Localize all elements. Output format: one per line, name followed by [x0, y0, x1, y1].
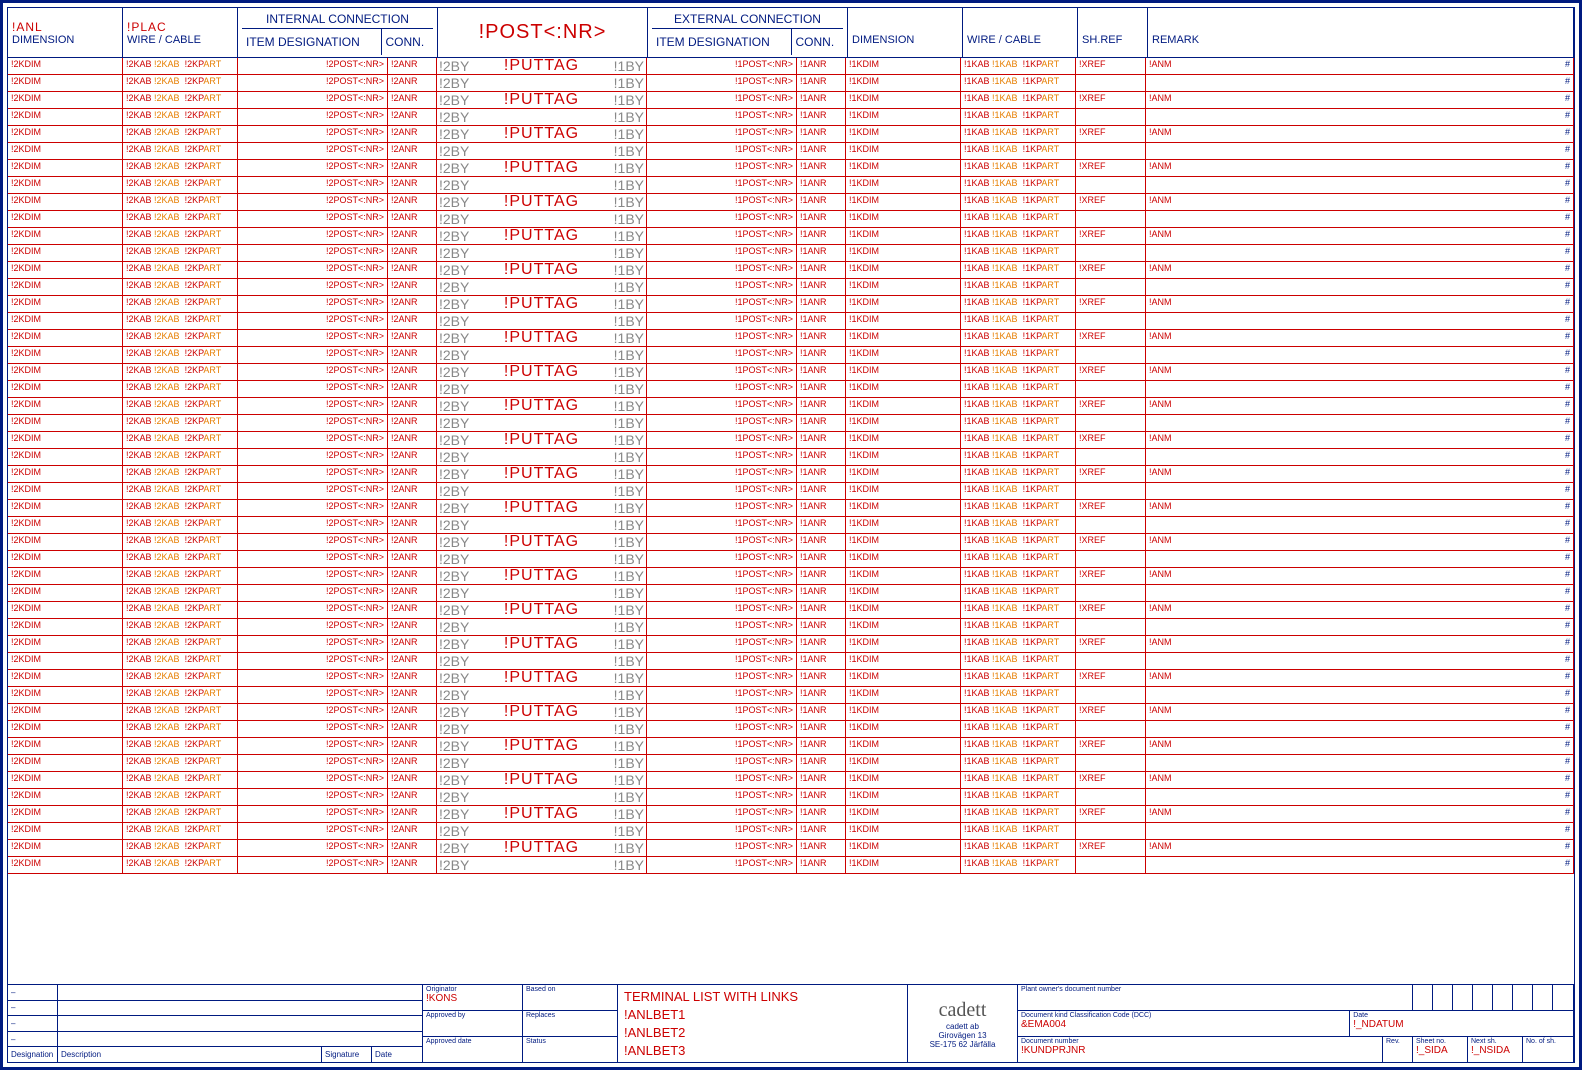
hdr-item-r: ITEM DESIGNATION: [652, 29, 792, 55]
drawing-title: TERMINAL LIST WITH LINKS !ANLBET1 !ANLBE…: [618, 985, 908, 1062]
hdr-item-l: ITEM DESIGNATION: [242, 29, 382, 55]
table-row: !2KDIM!2KAB !2KAB !2KPART!2POST<:NR>!2AN…: [8, 160, 1574, 177]
table-row: !2KDIM!2KAB !2KAB !2KPART!2POST<:NR>!2AN…: [8, 772, 1574, 789]
table-row: !2KDIM!2KAB !2KAB !2KPART!2POST<:NR>!2AN…: [8, 143, 1574, 160]
table-row: !2KDIM!2KAB !2KAB !2KPART!2POST<:NR>!2AN…: [8, 313, 1574, 330]
table-row: !2KDIM!2KAB !2KAB !2KPART!2POST<:NR>!2AN…: [8, 840, 1574, 857]
company-logo: cadett cadett ab Girovägen 13 SE-175 62 …: [908, 985, 1018, 1062]
hdr-anl: !ANL: [12, 20, 118, 34]
table-row: !2KDIM!2KAB !2KAB !2KPART!2POST<:NR>!2AN…: [8, 177, 1574, 194]
hdr-post-nr: !POST<:NR>: [479, 21, 607, 44]
table-row: !2KDIM!2KAB !2KAB !2KPART!2POST<:NR>!2AN…: [8, 585, 1574, 602]
hdr-shref: SH.REF: [1082, 34, 1143, 46]
title-block: – – – – Designation Description Signatur…: [8, 984, 1574, 1062]
table-row: !2KDIM!2KAB !2KAB !2KPART!2POST<:NR>!2AN…: [8, 568, 1574, 585]
hdr-wire-r: WIRE / CABLE: [967, 34, 1073, 46]
table-row: !2KDIM!2KAB !2KAB !2KPART!2POST<:NR>!2AN…: [8, 823, 1574, 840]
table-row: !2KDIM!2KAB !2KAB !2KPART!2POST<:NR>!2AN…: [8, 483, 1574, 500]
table-row: !2KDIM!2KAB !2KAB !2KPART!2POST<:NR>!2AN…: [8, 857, 1574, 874]
table-row: !2KDIM!2KAB !2KAB !2KPART!2POST<:NR>!2AN…: [8, 704, 1574, 721]
table-row: !2KDIM!2KAB !2KAB !2KPART!2POST<:NR>!2AN…: [8, 670, 1574, 687]
hdr-dimension-l: DIMENSION: [12, 34, 118, 46]
table-row: !2KDIM!2KAB !2KAB !2KPART!2POST<:NR>!2AN…: [8, 92, 1574, 109]
hdr-wire-l: WIRE / CABLE: [127, 34, 233, 46]
table-row: !2KDIM!2KAB !2KAB !2KPART!2POST<:NR>!2AN…: [8, 466, 1574, 483]
table-row: !2KDIM!2KAB !2KAB !2KPART!2POST<:NR>!2AN…: [8, 109, 1574, 126]
hdr-external: EXTERNAL CONNECTION: [652, 10, 843, 29]
table-row: !2KDIM!2KAB !2KAB !2KPART!2POST<:NR>!2AN…: [8, 551, 1574, 568]
hdr-internal: INTERNAL CONNECTION: [242, 10, 433, 29]
hdr-plac: !PLAC: [127, 20, 233, 34]
table-row: !2KDIM!2KAB !2KAB !2KPART!2POST<:NR>!2AN…: [8, 194, 1574, 211]
table-row: !2KDIM!2KAB !2KAB !2KPART!2POST<:NR>!2AN…: [8, 721, 1574, 738]
table-row: !2KDIM!2KAB !2KAB !2KPART!2POST<:NR>!2AN…: [8, 755, 1574, 772]
drawing-sheet: !ANL DIMENSION !PLAC WIRE / CABLE INTERN…: [0, 0, 1582, 1070]
table-row: !2KDIM!2KAB !2KAB !2KPART!2POST<:NR>!2AN…: [8, 211, 1574, 228]
table-row: !2KDIM!2KAB !2KAB !2KPART!2POST<:NR>!2AN…: [8, 687, 1574, 704]
hdr-conn-r: CONN.: [792, 29, 844, 55]
table-row: !2KDIM!2KAB !2KAB !2KPART!2POST<:NR>!2AN…: [8, 75, 1574, 92]
table-row: !2KDIM!2KAB !2KAB !2KPART!2POST<:NR>!2AN…: [8, 381, 1574, 398]
table-row: !2KDIM!2KAB !2KAB !2KPART!2POST<:NR>!2AN…: [8, 364, 1574, 381]
table-row: !2KDIM!2KAB !2KAB !2KPART!2POST<:NR>!2AN…: [8, 347, 1574, 364]
table-body: !2KDIM!2KAB !2KAB !2KPART!2POST<:NR>!2AN…: [8, 58, 1574, 984]
table-row: !2KDIM!2KAB !2KAB !2KPART!2POST<:NR>!2AN…: [8, 619, 1574, 636]
table-row: !2KDIM!2KAB !2KAB !2KPART!2POST<:NR>!2AN…: [8, 58, 1574, 75]
table-row: !2KDIM!2KAB !2KAB !2KPART!2POST<:NR>!2AN…: [8, 245, 1574, 262]
table-row: !2KDIM!2KAB !2KAB !2KPART!2POST<:NR>!2AN…: [8, 789, 1574, 806]
approval-col-1: Originator!KONS Approved by Approved dat…: [423, 985, 523, 1062]
table-row: !2KDIM!2KAB !2KAB !2KPART!2POST<:NR>!2AN…: [8, 228, 1574, 245]
hdr-conn-l: CONN.: [382, 29, 434, 55]
table-row: !2KDIM!2KAB !2KAB !2KPART!2POST<:NR>!2AN…: [8, 330, 1574, 347]
hdr-remark: REMARK: [1152, 34, 1569, 46]
revision-table: – – – – Designation Description Signatur…: [8, 985, 423, 1062]
table-row: !2KDIM!2KAB !2KAB !2KPART!2POST<:NR>!2AN…: [8, 126, 1574, 143]
table-row: !2KDIM!2KAB !2KAB !2KPART!2POST<:NR>!2AN…: [8, 738, 1574, 755]
table-row: !2KDIM!2KAB !2KAB !2KPART!2POST<:NR>!2AN…: [8, 432, 1574, 449]
table-row: !2KDIM!2KAB !2KAB !2KPART!2POST<:NR>!2AN…: [8, 602, 1574, 619]
table-row: !2KDIM!2KAB !2KAB !2KPART!2POST<:NR>!2AN…: [8, 415, 1574, 432]
table-row: !2KDIM!2KAB !2KAB !2KPART!2POST<:NR>!2AN…: [8, 262, 1574, 279]
table-row: !2KDIM!2KAB !2KAB !2KPART!2POST<:NR>!2AN…: [8, 534, 1574, 551]
table-row: !2KDIM!2KAB !2KAB !2KPART!2POST<:NR>!2AN…: [8, 500, 1574, 517]
table-header: !ANL DIMENSION !PLAC WIRE / CABLE INTERN…: [8, 8, 1574, 58]
table-row: !2KDIM!2KAB !2KAB !2KPART!2POST<:NR>!2AN…: [8, 517, 1574, 534]
table-row: !2KDIM!2KAB !2KAB !2KPART!2POST<:NR>!2AN…: [8, 279, 1574, 296]
table-row: !2KDIM!2KAB !2KAB !2KPART!2POST<:NR>!2AN…: [8, 636, 1574, 653]
table-row: !2KDIM!2KAB !2KAB !2KPART!2POST<:NR>!2AN…: [8, 806, 1574, 823]
table-row: !2KDIM!2KAB !2KAB !2KPART!2POST<:NR>!2AN…: [8, 653, 1574, 670]
table-row: !2KDIM!2KAB !2KAB !2KPART!2POST<:NR>!2AN…: [8, 398, 1574, 415]
hdr-dimension-r: DIMENSION: [852, 34, 958, 46]
table-row: !2KDIM!2KAB !2KAB !2KPART!2POST<:NR>!2AN…: [8, 449, 1574, 466]
approval-col-2: Based on Replaces Status: [523, 985, 618, 1062]
table-row: !2KDIM!2KAB !2KAB !2KPART!2POST<:NR>!2AN…: [8, 296, 1574, 313]
document-info: Plant owner's document number Document k…: [1018, 985, 1574, 1062]
